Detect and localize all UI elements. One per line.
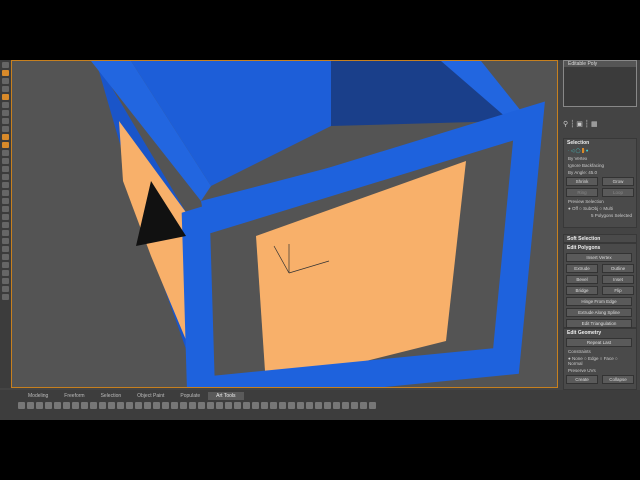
by-vertex-checkbox[interactable]: By Vertex: [564, 155, 636, 162]
bridge-button[interactable]: Bridge: [566, 286, 598, 295]
by-angle-label: By Angle:: [568, 170, 588, 175]
collapse-button[interactable]: Collapse: [602, 375, 634, 384]
tab-modeling[interactable]: Modeling: [20, 392, 56, 400]
hinge-from-edge-button[interactable]: Hinge From Edge: [566, 297, 632, 306]
insert-vertex-button[interactable]: Insert Vertex: [566, 253, 632, 262]
by-angle-row[interactable]: By Angle: 45.0: [564, 169, 636, 176]
crate-model: [91, 61, 545, 387]
off-radio[interactable]: Off: [572, 206, 578, 211]
subobject-icons[interactable]: · ◁ ◯ ■ ●: [564, 147, 636, 155]
inset-button[interactable]: Inset: [602, 275, 634, 284]
loop-button[interactable]: Loop: [602, 188, 634, 197]
constraints-options[interactable]: ● None ○ Edge ○ Face ○ Normal: [564, 355, 636, 367]
repeat-last-button[interactable]: Repeat Last: [566, 338, 632, 347]
edge-radio[interactable]: Edge: [588, 356, 599, 361]
shrink-button[interactable]: Shrink: [566, 177, 598, 186]
stack-icons[interactable]: ⚲ ┆ ▣ ┆ ▦: [563, 120, 635, 130]
tab-object-paint[interactable]: Object Paint: [129, 392, 172, 400]
tab-selection[interactable]: Selection: [93, 392, 130, 400]
constraints-label: Constraints: [568, 349, 591, 354]
tab-art-tools[interactable]: Art Tools: [208, 392, 244, 400]
soft-selection-rollout[interactable]: Soft Selection: [563, 234, 637, 243]
edit-geometry-rollout: Edit Geometry Repeat Last Constraints ● …: [563, 328, 637, 390]
ring-button[interactable]: Ring: [566, 188, 598, 197]
preview-selection-label: Preview Selection: [568, 199, 604, 204]
subobj-radio[interactable]: SubObj: [583, 206, 598, 211]
edit-triangulation-button[interactable]: Edit Triangulation: [566, 319, 632, 328]
left-toolbar[interactable]: [0, 60, 11, 388]
rollout-title[interactable]: Selection: [564, 139, 636, 147]
create-button[interactable]: Create: [566, 375, 598, 384]
command-panel: Editable Poly ⚲ ┆ ▣ ┆ ▦ Selection · ◁ ◯ …: [560, 60, 640, 390]
ignore-backfacing-checkbox[interactable]: Ignore Backfacing: [564, 162, 636, 169]
3ds-max-window: Editable Poly ⚲ ┆ ▣ ┆ ▦ Selection · ◁ ◯ …: [0, 60, 640, 420]
rollout-title[interactable]: Edit Geometry: [564, 329, 636, 337]
rollout-title[interactable]: Edit Polygons: [564, 244, 636, 252]
outline-button[interactable]: Outline: [602, 264, 634, 273]
multi-radio[interactable]: Multi: [603, 206, 613, 211]
perspective-viewport[interactable]: [11, 60, 558, 388]
face-radio[interactable]: Face: [604, 356, 614, 361]
flip-button[interactable]: Flip: [602, 286, 634, 295]
normal-radio[interactable]: Normal: [568, 361, 583, 366]
rollout-title[interactable]: Soft Selection: [564, 235, 636, 243]
extrude-button[interactable]: Extrude: [566, 264, 598, 273]
ribbon-tools[interactable]: [18, 402, 538, 409]
preserve-uvs-checkbox[interactable]: Preserve UVs: [564, 367, 636, 374]
extrude-along-spline-button[interactable]: Extrude Along Spline: [566, 308, 632, 317]
angle-spinner[interactable]: 45.0: [588, 170, 597, 175]
ribbon-tabs: Modeling Freeform Selection Object Paint…: [20, 392, 244, 400]
ribbon: Modeling Freeform Selection Object Paint…: [0, 390, 640, 420]
bevel-button[interactable]: Bevel: [566, 275, 598, 284]
grow-button[interactable]: Grow: [602, 177, 634, 186]
preview-options[interactable]: ● Off ○ SubObj ○ Multi: [564, 205, 636, 212]
tab-freeform[interactable]: Freeform: [56, 392, 92, 400]
edit-polygons-rollout: Edit Polygons Insert Vertex Extrude Outli…: [563, 243, 637, 339]
tab-populate[interactable]: Populate: [172, 392, 208, 400]
modifier-stack[interactable]: Editable Poly: [563, 60, 637, 107]
selection-rollout: Selection · ◁ ◯ ■ ● By Vertex Ignore Bac…: [563, 138, 637, 228]
modifier-stack-item[interactable]: Editable Poly: [564, 61, 636, 67]
selection-status: 5 Polygons Selected: [590, 213, 632, 218]
